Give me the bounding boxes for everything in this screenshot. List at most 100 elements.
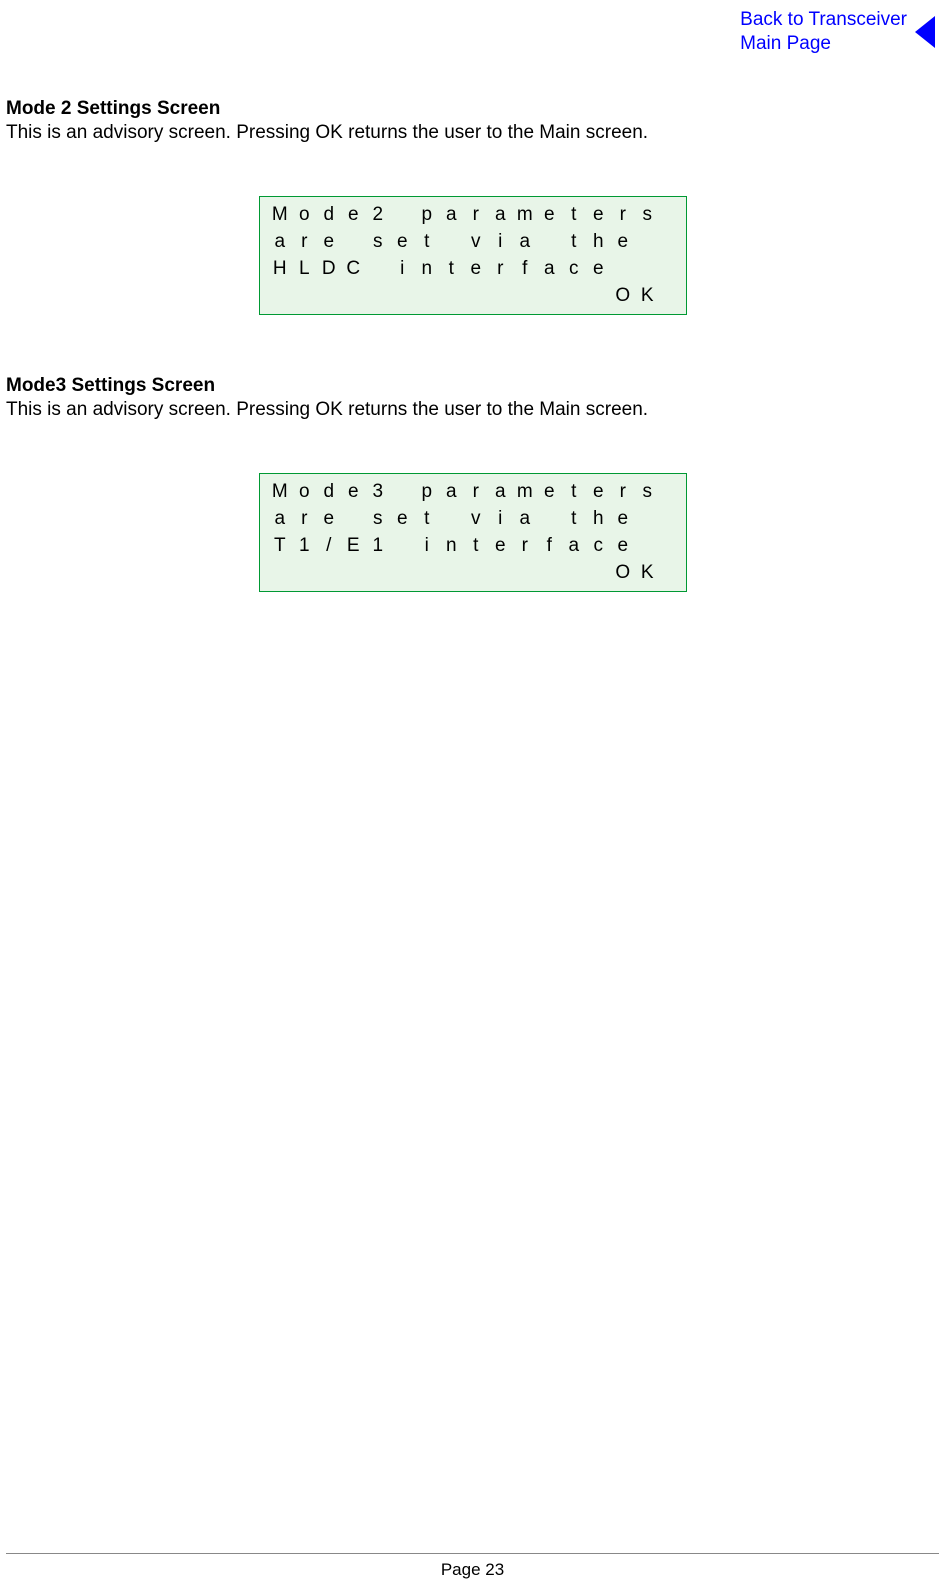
- ok-button-char[interactable]: K: [635, 562, 660, 584]
- lcd-char: i: [488, 508, 513, 530]
- lcd-char: [513, 562, 538, 584]
- lcd-char: i: [488, 231, 513, 253]
- lcd-char: a: [439, 204, 464, 226]
- lcd-char: [366, 258, 391, 280]
- lcd-char: t: [562, 231, 587, 253]
- lcd-char: a: [268, 231, 293, 253]
- lcd-char: a: [562, 535, 587, 557]
- lcd-char: a: [513, 231, 538, 253]
- lcd-char: d: [317, 204, 342, 226]
- lcd-char: e: [488, 535, 513, 557]
- lcd-char: H: [268, 258, 293, 280]
- lcd-char: o: [292, 481, 317, 503]
- lcd-char: o: [292, 204, 317, 226]
- footer-rule: [6, 1553, 939, 1554]
- ok-button-char[interactable]: O: [611, 285, 636, 307]
- lcd-char: C: [341, 258, 366, 280]
- lcd-char: [488, 562, 513, 584]
- lcd-char: r: [488, 258, 513, 280]
- lcd-char: r: [292, 231, 317, 253]
- lcd-char: [586, 285, 611, 307]
- back-link[interactable]: Back to Transceiver Main Page: [740, 8, 935, 56]
- lcd-char: [537, 285, 562, 307]
- lcd-char: t: [464, 535, 489, 557]
- lcd-char: [562, 562, 587, 584]
- lcd-char: [268, 285, 293, 307]
- lcd-char: r: [611, 481, 636, 503]
- lcd-char: M: [268, 481, 293, 503]
- back-link-line1: Back to Transceiver: [740, 9, 907, 30]
- lcd-char: [635, 508, 660, 530]
- lcd-char: 1: [292, 535, 317, 557]
- lcd-char: [635, 258, 660, 280]
- lcd-char: v: [464, 231, 489, 253]
- lcd-char: D: [317, 258, 342, 280]
- lcd-row: M o d e 2 p a r a m e t e r s: [268, 204, 678, 226]
- lcd-char: [537, 562, 562, 584]
- lcd-char: a: [513, 508, 538, 530]
- lcd-char: n: [439, 535, 464, 557]
- lcd-char: E: [341, 535, 366, 557]
- lcd-char: m: [513, 481, 538, 503]
- lcd-char: v: [464, 508, 489, 530]
- lcd-char: r: [464, 204, 489, 226]
- lcd-char: e: [317, 231, 342, 253]
- lcd-char: [464, 285, 489, 307]
- lcd-char: a: [488, 204, 513, 226]
- lcd-char: [537, 231, 562, 253]
- lcd-row: O K: [268, 562, 678, 584]
- lcd-char: h: [586, 508, 611, 530]
- lcd-char: [366, 285, 391, 307]
- lcd-char: [488, 285, 513, 307]
- lcd-char: e: [341, 204, 366, 226]
- lcd-char: r: [513, 535, 538, 557]
- lcd-char: f: [537, 535, 562, 557]
- lcd-char: e: [390, 508, 415, 530]
- ok-button-char[interactable]: K: [635, 285, 660, 307]
- lcd-char: [611, 258, 636, 280]
- lcd-char: t: [415, 231, 440, 253]
- page-number: Page 23: [0, 1560, 945, 1580]
- lcd-char: e: [537, 204, 562, 226]
- lcd-char: [292, 562, 317, 584]
- lcd-char: e: [611, 508, 636, 530]
- lcd-char: f: [513, 258, 538, 280]
- lcd-char: [464, 562, 489, 584]
- lcd-char: c: [586, 535, 611, 557]
- lcd-char: [439, 562, 464, 584]
- lcd-char: t: [562, 204, 587, 226]
- lcd-char: [390, 562, 415, 584]
- lcd-char: 1: [366, 535, 391, 557]
- lcd-row: a r e s e t v i a t h e: [268, 508, 678, 530]
- section1-heading: Mode 2 Settings Screen: [6, 98, 939, 120]
- lcd-char: L: [292, 258, 317, 280]
- lcd-char: 3: [366, 481, 391, 503]
- lcd-char: [317, 562, 342, 584]
- ok-button-char[interactable]: O: [611, 562, 636, 584]
- lcd-char: [635, 535, 660, 557]
- lcd-char: i: [415, 535, 440, 557]
- lcd-char: t: [439, 258, 464, 280]
- lcd-char: r: [292, 508, 317, 530]
- lcd-char: [390, 204, 415, 226]
- section2-body: This is an advisory screen. Pressing OK …: [6, 399, 939, 421]
- lcd-char: e: [317, 508, 342, 530]
- lcd-char: t: [562, 508, 587, 530]
- lcd-char: e: [611, 231, 636, 253]
- lcd-char: a: [439, 481, 464, 503]
- lcd-char: [390, 285, 415, 307]
- lcd-char: T: [268, 535, 293, 557]
- lcd-char: e: [390, 231, 415, 253]
- lcd-char: d: [317, 481, 342, 503]
- lcd-char: t: [562, 481, 587, 503]
- lcd-char: 2: [366, 204, 391, 226]
- lcd-char: [341, 562, 366, 584]
- lcd-char: s: [366, 231, 391, 253]
- lcd-char: [390, 535, 415, 557]
- lcd-char: [292, 285, 317, 307]
- lcd-row: a r e s e t v i a t h e: [268, 231, 678, 253]
- lcd-char: e: [586, 204, 611, 226]
- lcd-char: a: [537, 258, 562, 280]
- lcd-char: [415, 562, 440, 584]
- lcd-char: n: [415, 258, 440, 280]
